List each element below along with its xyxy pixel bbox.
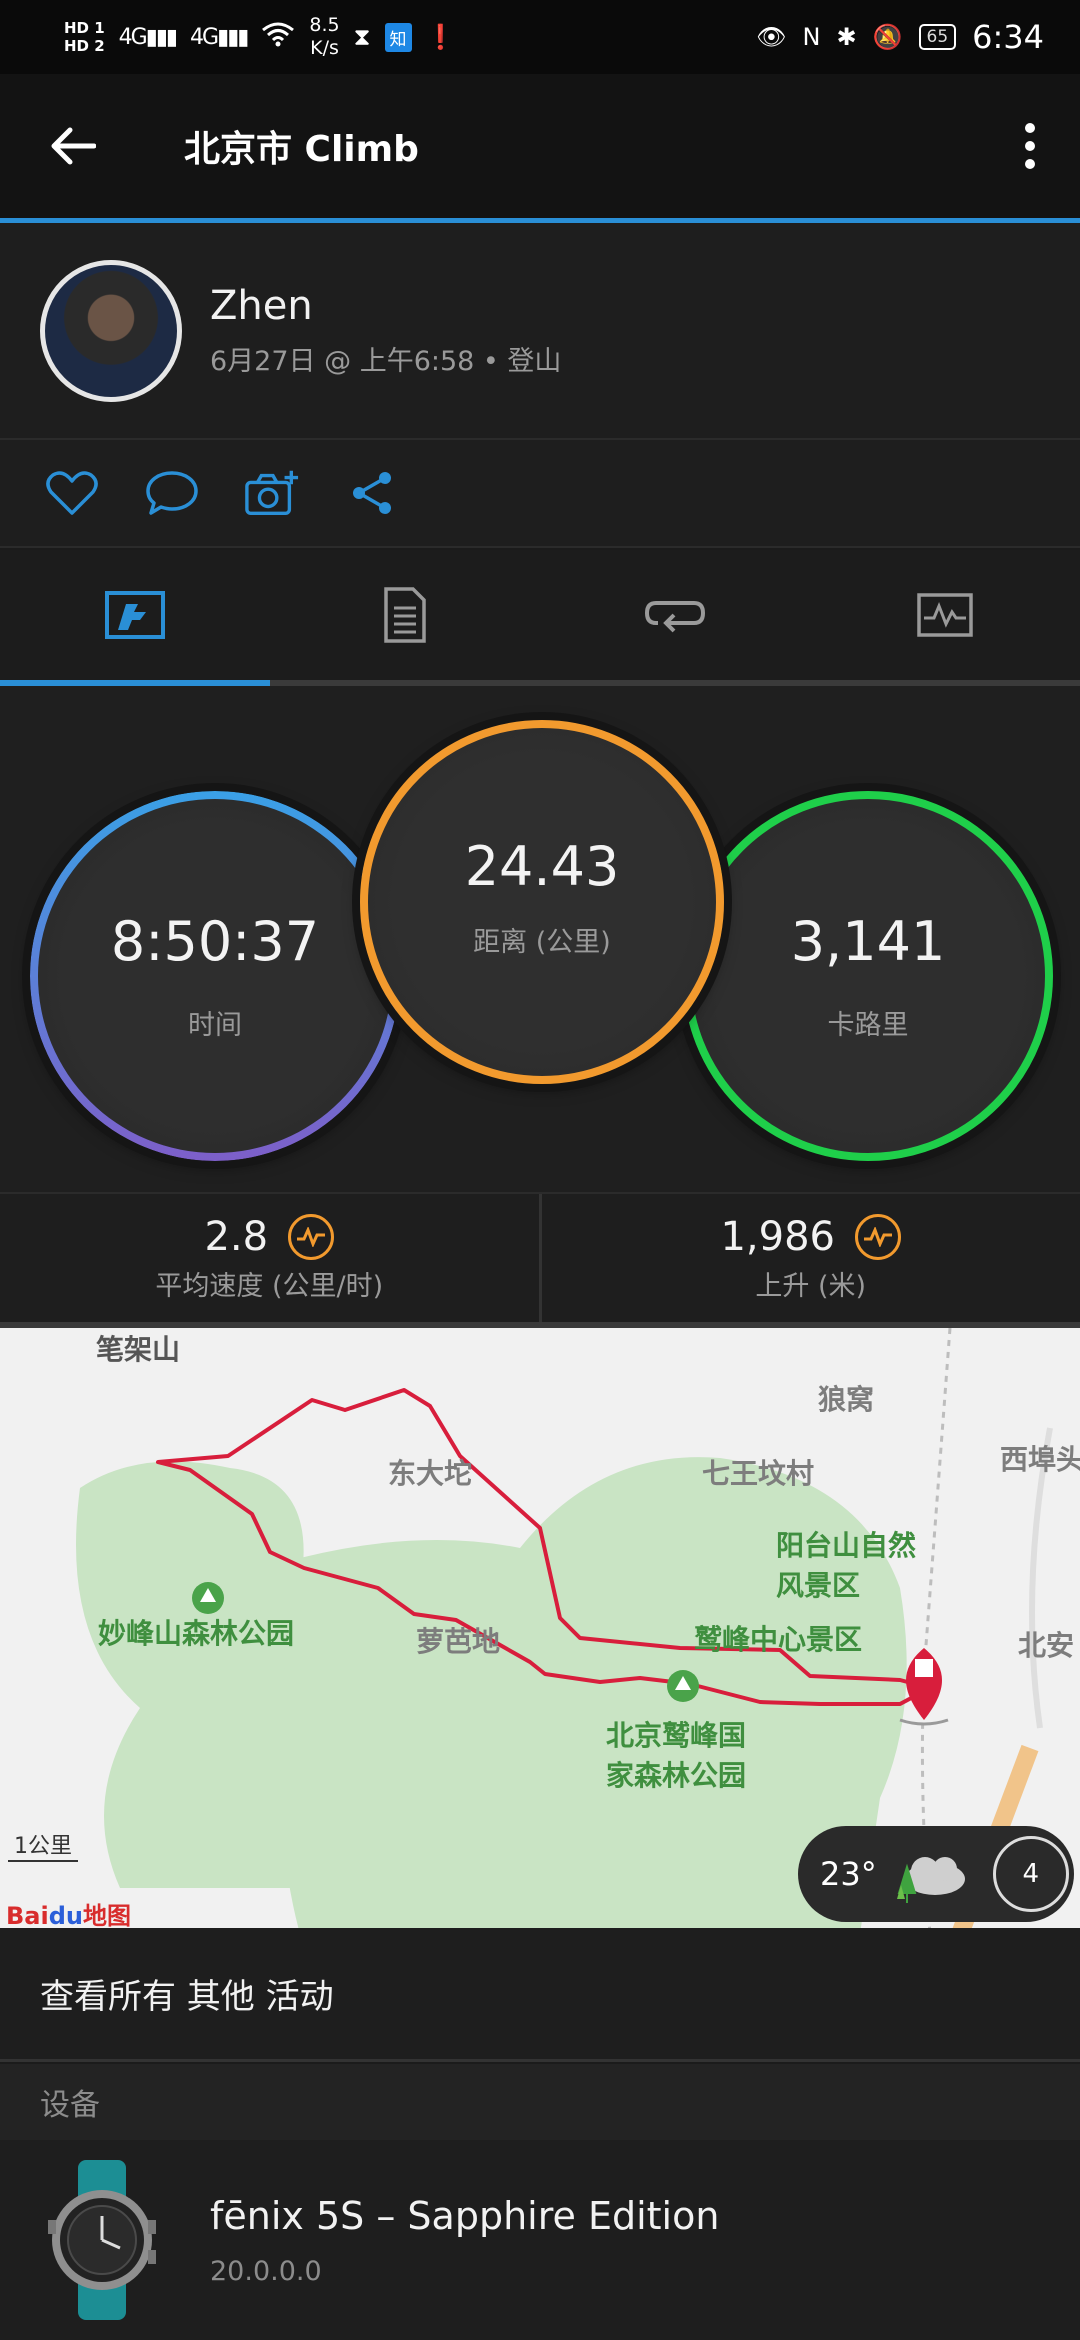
- activity-owner: Zhen 6月27日 @ 上午6:58 • 登山: [0, 223, 1080, 440]
- temperature: 23°: [820, 1855, 877, 1893]
- tab-details[interactable]: [270, 550, 540, 680]
- heart-icon: [46, 471, 98, 515]
- map-label: 鹫峰中心景区: [694, 1623, 863, 1656]
- pulse-icon: [855, 1213, 901, 1260]
- activity-meta: 6月27日 @ 上午6:58 • 登山: [210, 346, 562, 377]
- map-scale: 1公里: [8, 1828, 78, 1862]
- map-label: 风景区: [776, 1569, 861, 1602]
- signal-icon-2: 4G▮▮▮: [190, 24, 249, 50]
- avg-speed-value: 2.8: [204, 1213, 269, 1260]
- map-label: 阳台山自然: [776, 1529, 917, 1562]
- avatar[interactable]: [40, 259, 182, 402]
- tab-laps[interactable]: [540, 550, 810, 680]
- cloud-tree-icon: [889, 1849, 969, 1903]
- distance-label: 距离 (公里): [473, 927, 611, 958]
- calories-value: 3,141: [790, 910, 946, 973]
- like-button[interactable]: [44, 465, 100, 521]
- share-button[interactable]: [344, 465, 400, 521]
- secondary-stats: 2.8 平均速度 (公里/时) 1,986 上升 (米): [0, 1192, 1080, 1322]
- arrow-left-icon: [51, 127, 96, 165]
- more-options-button[interactable]: [980, 74, 1080, 218]
- watch-icon: [44, 2160, 160, 2320]
- time-value: 8:50:37: [110, 910, 320, 973]
- route-map[interactable]: 笔架山 狼窝 东大坨 七王坟村 西埠头 阳台山自然 风景区 妙峰山森林公园 萝芭…: [0, 1322, 1080, 1928]
- comment-button[interactable]: [144, 465, 200, 521]
- baidu-logo: Baidu地图: [6, 1902, 131, 1928]
- map-label: 笔架山: [96, 1333, 181, 1366]
- distance-ring: 24.43 距离 (公里): [360, 720, 724, 1084]
- more-vertical-icon: [1025, 123, 1035, 133]
- eye-icon: 👁: [756, 23, 787, 51]
- tab-overview[interactable]: [0, 550, 270, 680]
- wifi-icon: [261, 21, 295, 53]
- app-bar: 北京市 Climb: [0, 74, 1080, 218]
- user-name: Zhen: [210, 283, 313, 329]
- add-photo-button[interactable]: [244, 465, 300, 521]
- view-all-activities-button[interactable]: 查看所有 其他 活动: [0, 1928, 1080, 2062]
- pulse-icon: [288, 1213, 335, 1260]
- map-label: 北安: [1018, 1629, 1075, 1662]
- uv-index: 4: [992, 1836, 1069, 1912]
- camera-plus-icon: [245, 470, 299, 515]
- nfc-icon: N: [802, 23, 821, 51]
- device-version: 20.0.0.0: [210, 2255, 322, 2287]
- share-icon: [353, 472, 391, 514]
- map-label: 狼窝: [818, 1383, 875, 1416]
- ascent-stat[interactable]: 1,986 上升 (米): [538, 1194, 1080, 1322]
- ascent-label: 上升 (米): [755, 1270, 867, 1302]
- clock: 6:34: [972, 18, 1044, 56]
- map-label: 家森林公园: [606, 1759, 747, 1792]
- map-label: 萝芭地: [416, 1625, 501, 1658]
- mute-bell-icon: 🔕: [872, 23, 903, 51]
- tab-charts[interactable]: [810, 550, 1080, 680]
- status-bar: HD 1 HD 2 4G▮▮▮ 4G▮▮▮ 8.5 K/s ⧗ 知 ❗ 👁 N …: [0, 0, 1080, 74]
- map-label: 七王坟村: [702, 1457, 815, 1490]
- hourglass-icon: ⧗: [353, 23, 371, 51]
- time-ring: 8:50:37 时间: [30, 791, 400, 1161]
- weather-widget[interactable]: 23° 4: [798, 1826, 1074, 1922]
- chart-overview-icon: [105, 591, 165, 639]
- avg-speed-stat[interactable]: 2.8 平均速度 (公里/时): [0, 1194, 539, 1322]
- page-title: 北京市 Climb: [184, 129, 419, 170]
- loop-icon: [644, 601, 706, 633]
- device-item[interactable]: fēnix 5S – Sapphire Edition 20.0.0.0: [0, 2140, 1080, 2340]
- map-label: 东大坨: [388, 1457, 473, 1490]
- battery-indicator: 65: [918, 24, 957, 50]
- bluetooth-icon: ✱: [836, 23, 857, 51]
- map-label: 北京鹫峰国: [606, 1719, 747, 1752]
- avg-speed-label: 平均速度 (公里/时): [155, 1270, 384, 1302]
- device-name: fēnix 5S – Sapphire Edition: [210, 2193, 720, 2238]
- ascent-value: 1,986: [720, 1213, 835, 1260]
- comment-icon: [146, 471, 198, 515]
- calories-label: 卡路里: [827, 1010, 909, 1041]
- calories-ring: 3,141 卡路里: [683, 791, 1053, 1161]
- action-row: [0, 440, 1080, 548]
- back-button[interactable]: [0, 74, 144, 218]
- alert-icon: ❗: [425, 23, 456, 51]
- document-icon: [384, 587, 426, 643]
- heart-rate-chart-icon: [917, 593, 973, 637]
- time-label: 时间: [188, 1010, 242, 1041]
- distance-value: 24.43: [464, 835, 620, 898]
- network-speed: 8.5 K/s: [309, 14, 340, 59]
- map-label: 妙峰山森林公园: [98, 1617, 295, 1650]
- map-label: 西埠头: [1000, 1443, 1080, 1476]
- summary-metrics: 8:50:37 时间 3,141 卡路里 24.43 距离 (公里): [0, 686, 1080, 1192]
- signal-icon-1: 4G▮▮▮: [118, 24, 178, 50]
- activity-tabs: [0, 550, 1080, 680]
- zhihu-app-icon: 知: [384, 22, 412, 52]
- hd-indicator: HD 1 HD 2: [64, 19, 105, 55]
- device-section-header: 设备: [0, 2064, 1080, 2140]
